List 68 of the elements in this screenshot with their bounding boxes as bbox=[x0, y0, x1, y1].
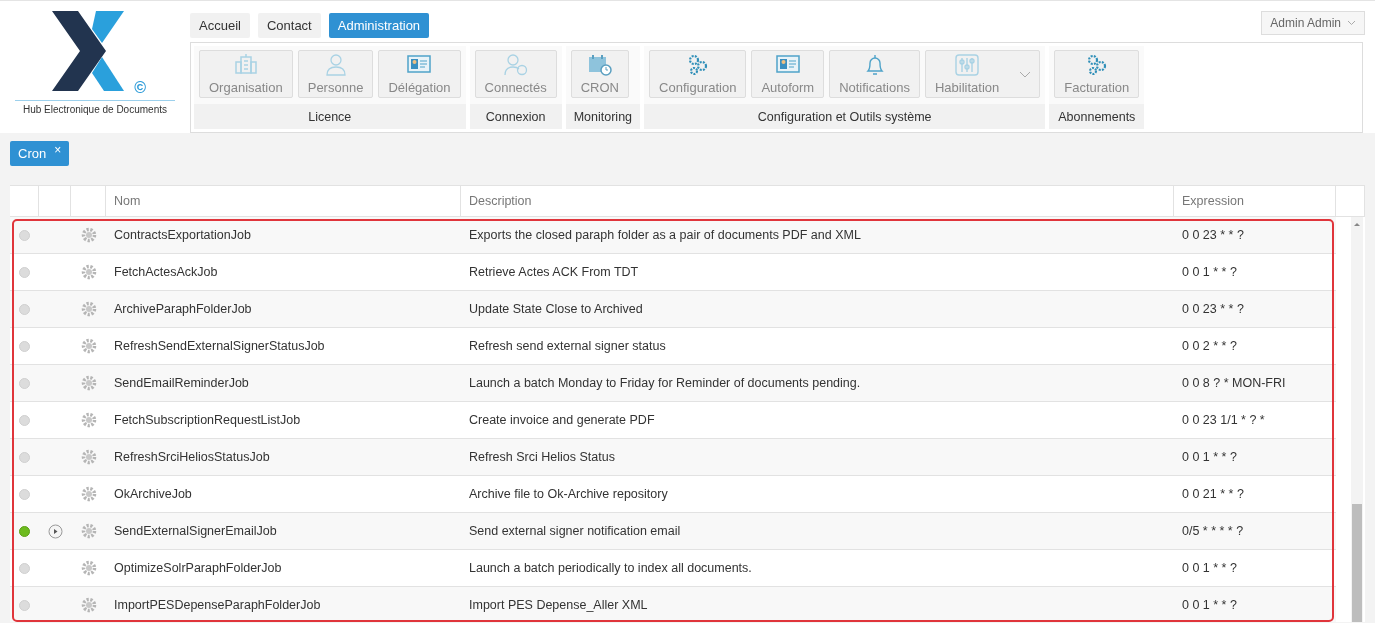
sliders-icon bbox=[955, 54, 980, 76]
group-label: Monitoring bbox=[565, 104, 641, 129]
table-cell: 0 0 1 * * ? bbox=[1174, 587, 1336, 622]
ribbon-button[interactable]: Personne bbox=[297, 50, 374, 98]
column-header[interactable]: Nom bbox=[106, 185, 461, 217]
open-tab[interactable]: Cron × bbox=[10, 141, 70, 166]
gear-icon[interactable] bbox=[80, 449, 97, 465]
table-cell: 0 0 1 * * ? bbox=[1174, 439, 1336, 476]
ribbon-button[interactable]: CRON bbox=[570, 50, 629, 98]
calendar-clock-icon bbox=[587, 54, 612, 76]
ribbon-button[interactable]: Connectés bbox=[474, 50, 557, 98]
ribbon-button[interactable]: Autoform bbox=[751, 50, 825, 98]
play-icon[interactable] bbox=[47, 523, 63, 539]
nav-tab[interactable]: Accueil bbox=[190, 13, 250, 38]
close-icon[interactable]: × bbox=[54, 143, 62, 157]
user-menu[interactable]: Admin Admin bbox=[1261, 11, 1365, 35]
table-cell: Refresh Srci Helios Status bbox=[461, 439, 1174, 476]
table-cell: SendEmailReminderJob bbox=[106, 365, 461, 402]
group-label: Configuration et Outils système bbox=[644, 104, 1046, 129]
table-cell: Send external signer notification email bbox=[461, 513, 1174, 550]
column-header[interactable]: Expression bbox=[1174, 185, 1336, 217]
id-card-icon bbox=[775, 54, 800, 74]
bell-icon bbox=[863, 54, 886, 76]
ribbon-button[interactable]: Facturation bbox=[1054, 50, 1140, 98]
gear-icon[interactable] bbox=[80, 338, 97, 354]
table-cell: SendExternalSignerEmailJob bbox=[106, 513, 461, 550]
scrollbar[interactable] bbox=[1351, 217, 1363, 622]
ribbon-button[interactable]: Notifications bbox=[829, 50, 920, 98]
gear-icon[interactable] bbox=[80, 523, 97, 539]
table-cell: Exports the closed paraph folder as a pair of documents PDF and XML bbox=[461, 217, 1174, 254]
table-cell: 0/5 * * * * ? bbox=[1174, 513, 1336, 550]
table-cell: ContractsExportationJob bbox=[106, 217, 461, 254]
table-cell: 0 0 23 * * ? bbox=[1174, 217, 1336, 254]
table-cell: ImportPESDepenseParaphFolderJob bbox=[106, 587, 461, 622]
table-cell: Launch a batch Monday to Friday for Reminder of documents pending. bbox=[461, 365, 1174, 402]
ribbon-button[interactable]: Délégation bbox=[378, 50, 461, 98]
group-label: Connexion bbox=[469, 104, 562, 129]
gear-icon[interactable] bbox=[80, 486, 97, 502]
scrollbar-thumb[interactable] bbox=[1352, 504, 1362, 622]
gear-icon[interactable] bbox=[80, 227, 97, 243]
user-clock-icon bbox=[503, 54, 528, 76]
gear-icon[interactable] bbox=[80, 301, 97, 317]
ribbon-button[interactable]: Configuration bbox=[649, 50, 747, 98]
table-cell: ArchiveParaphFolderJob bbox=[106, 291, 461, 328]
gear-icon[interactable] bbox=[80, 412, 97, 428]
caret-icon bbox=[1347, 20, 1356, 26]
building-icon bbox=[234, 54, 257, 74]
nav-tab[interactable]: Administration bbox=[328, 13, 430, 38]
copyright-mark: © bbox=[134, 79, 146, 97]
table-cell: RefreshSrciHeliosStatusJob bbox=[106, 439, 461, 476]
table-cell: Import PES Depense_Aller XML bbox=[461, 587, 1174, 622]
scroll-up-icon[interactable] bbox=[1352, 221, 1362, 227]
logo-caption: Hub Electronique de Documents bbox=[23, 104, 167, 115]
ribbon-button[interactable]: Habilitation bbox=[924, 50, 1041, 98]
column-header[interactable]: Description bbox=[461, 185, 1174, 217]
gear-icon[interactable] bbox=[80, 264, 97, 280]
group-label: Licence bbox=[194, 104, 466, 129]
gear-icon[interactable] bbox=[80, 560, 97, 576]
table-cell: Update State Close to Archived bbox=[461, 291, 1174, 328]
id-card-icon bbox=[407, 54, 432, 74]
ribbon-button[interactable]: Organisation bbox=[199, 50, 293, 98]
table-cell: 0 0 8 ? * MON-FRI bbox=[1174, 365, 1336, 402]
nav-tab[interactable]: Contact bbox=[257, 13, 321, 38]
table-cell: 0 0 23 * * ? bbox=[1174, 291, 1336, 328]
gear-icon[interactable] bbox=[80, 597, 97, 613]
person-icon bbox=[325, 54, 346, 76]
group-label: Abonnements bbox=[1049, 104, 1145, 129]
gear-icon[interactable] bbox=[80, 375, 97, 391]
